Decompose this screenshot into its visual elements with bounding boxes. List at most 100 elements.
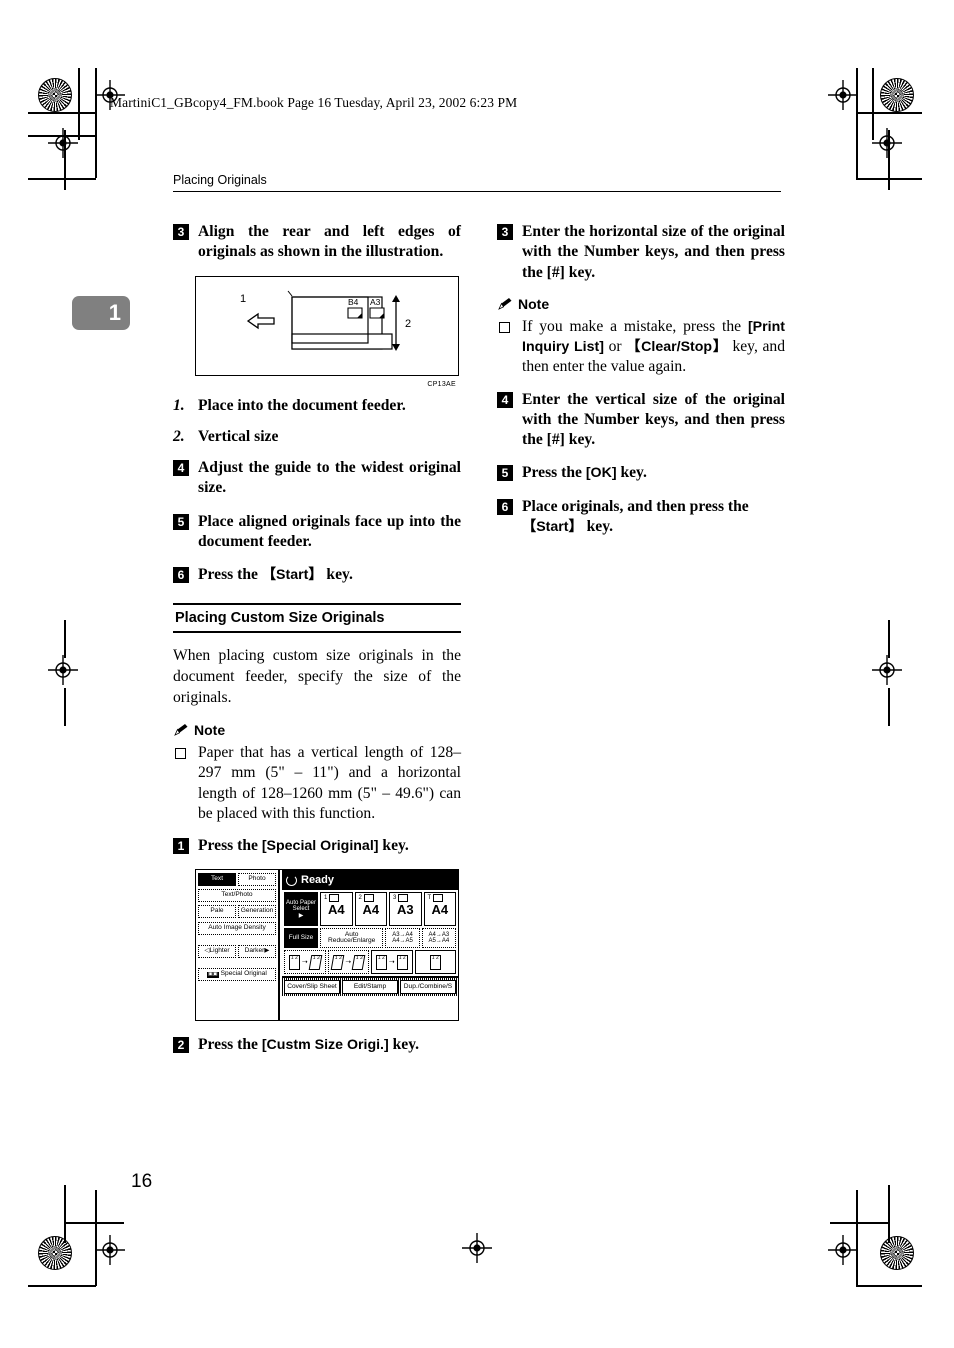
tray-header: T [428,894,453,903]
section-heading-custom-size: Placing Custom Size Originals [173,603,461,634]
note-bullet-icon [175,748,186,760]
step-number-badge: 1 [173,838,189,855]
lcd-button-reduce-ratio[interactable]: A3→A4 A4→A5 [385,928,420,949]
figure-caption: CP13AE [427,380,456,388]
paper-orientation-icon [363,894,374,903]
lcd-button-auto-reduce-enlarge[interactable]: Auto Reduce/Enlarge [320,928,384,949]
lcd-button-special-original[interactable]: ▣▣ Special Original [198,968,276,982]
lcd-sidebar: Text Photo Text/Photo Pale Generation Au… [196,870,280,1021]
rosette-mark-top-left [38,78,72,112]
ok-key-label: [OK] [585,465,617,482]
lcd-button-pale[interactable]: Pale [198,905,236,919]
step-text: Enter the horizontal size of the origina… [522,223,785,281]
lcd-tray-button-2[interactable]: 2 A4 [354,892,387,927]
lcd-status-bar: Ready [282,870,458,891]
step-1-special-original: 1 Press the [Special Original] key. [173,836,461,856]
crop-line [78,68,80,140]
lcd-button-photo[interactable]: Photo [238,873,276,887]
crosshair-target-right-upper [872,128,902,158]
lcd-button-duplex-2to2[interactable]: 12 ➝ 12 [327,950,369,975]
arrow-icon: ➝ [301,958,308,966]
step-4-adjust-guide: 4 Adjust the guide to the widest origina… [173,458,461,499]
list-item: 1. Place into the document feeder. [173,396,461,416]
lcd-button-lighter[interactable]: ◁ Lighter [198,945,236,959]
pencil-icon [497,297,513,311]
intro-paragraph: When placing custom size originals in th… [173,647,461,706]
step-text-suffix: key. [378,837,409,855]
lcd-button-text-photo[interactable]: Text/Photo [198,889,276,903]
crop-line [830,1222,890,1224]
step-number-badge: 6 [173,567,189,584]
lcd-button-enlarge-ratio[interactable]: A4→A3 A5→A4 [421,928,457,949]
list-item: 2. Vertical size [173,427,461,447]
lcd-button-generation[interactable]: Generation [238,905,276,919]
crop-line [28,1285,96,1287]
list-item-text: Place into the document feeder. [198,396,406,414]
tray-header: 2 [359,894,384,903]
crop-line [888,688,890,726]
crosshair-target-mid-left [48,655,78,685]
step-3-enter-horizontal-size: 3 Enter the horizontal size of the origi… [497,222,785,283]
lcd-button-combine-more[interactable]: 12 [414,950,456,975]
tray-header: 3 [393,894,418,903]
crosshair-target-top-right [828,80,858,110]
tray-header: 1 [324,894,349,903]
lcd-tray-button-1[interactable]: 1 A4 [320,892,353,927]
lcd-button-dup-combine[interactable]: Dup./Combine/S [400,980,456,995]
step-3-align: 3 Align the rear and left edges of origi… [173,222,461,263]
pale-generation-row: Pale Generation [198,905,276,919]
lcd-button-text[interactable]: Text [198,873,236,887]
step-number-badge: 3 [497,224,513,240]
step-number-badge: 5 [497,465,513,482]
page-number: 16 [131,1171,153,1192]
note-item: If you make a mistake, press the [Print … [497,317,785,378]
note-text-part1: If you make a mistake, press the [522,317,748,335]
illustration-svg: 1 B4 A3 2 [240,290,411,351]
crosshair-target-mid-right [872,655,902,685]
crop-line [64,620,66,658]
note-text-mid: or [603,338,627,356]
step-number-badge: 4 [497,391,513,408]
step-text-suffix: key. [388,1036,420,1054]
lcd-button-duplex-1to2[interactable]: 12 ➝ 12 [284,950,326,975]
right-column: 3 Enter the horizontal size of the origi… [497,222,785,550]
step-text-suffix: key. [322,566,353,584]
step-number-badge: 6 [497,498,513,515]
note-heading: Note [173,722,461,738]
lcd-tray-button-3[interactable]: 3 A3 [389,892,422,927]
figure-label-2: 2 [405,318,411,330]
note-text: Paper that has a vertical length of 128–… [198,744,461,822]
lcd-button-auto-image-density[interactable]: Auto Image Density [198,922,276,936]
crop-line [856,1285,922,1287]
figure-label-a3: A3 [370,297,381,307]
note-item: Paper that has a vertical length of 128–… [173,743,461,824]
special-original-glyph: ▣▣ [207,971,219,978]
lcd-button-cover-slip-sheet[interactable]: Cover/Slip Sheet [284,980,340,995]
lcd-button-darker[interactable]: Darker ▶ [238,945,276,959]
image-type-row: Text Photo [198,873,276,887]
figure-label-b4: B4 [348,297,359,307]
paper-tray-row: Auto Paper Select ▶ 1 A4 2 A4 3 A3 T A4 [282,890,458,928]
lcd-button-full-size[interactable]: Full Size [284,928,318,949]
ready-status-icon [286,874,297,886]
figure-legend-list: 1. Place into the document feeder. 2. Ve… [173,396,461,448]
step-text-suffix: key. [616,464,647,482]
clear-stop-key-label: 【Clear/Stop】 [626,339,728,356]
text-photo-row: Text/Photo [198,889,276,903]
lcd-button-edit-stamp[interactable]: Edit/Stamp [342,980,398,995]
lcd-tray-button-bypass[interactable]: T A4 [423,892,456,927]
lcd-status-text: Ready [301,874,335,887]
tray-size: A4 [327,901,345,917]
copier-lcd-panel[interactable]: Text Photo Text/Photo Pale Generation Au… [195,869,459,1022]
page-icon: 12 [429,954,441,970]
lcd-button-combine-2on1[interactable]: 12 ➝ 12 [371,950,413,975]
crosshair-target-bottom-center [462,1233,492,1263]
zoom-ratio-row: Full Size Auto Reduce/Enlarge A3→A4 A4→A… [282,928,458,950]
paper-orientation-icon [433,894,444,903]
start-key-label: 【Start】 [261,567,323,584]
list-marker: 1. [173,396,185,414]
left-column: 3 Align the rear and left edges of origi… [173,222,461,1069]
lcd-button-auto-paper-select[interactable]: Auto Paper Select ▶ [284,892,318,927]
page-icon: 12 [288,954,300,970]
step-5-place-originals: 5 Place aligned originals face up into t… [173,512,461,553]
